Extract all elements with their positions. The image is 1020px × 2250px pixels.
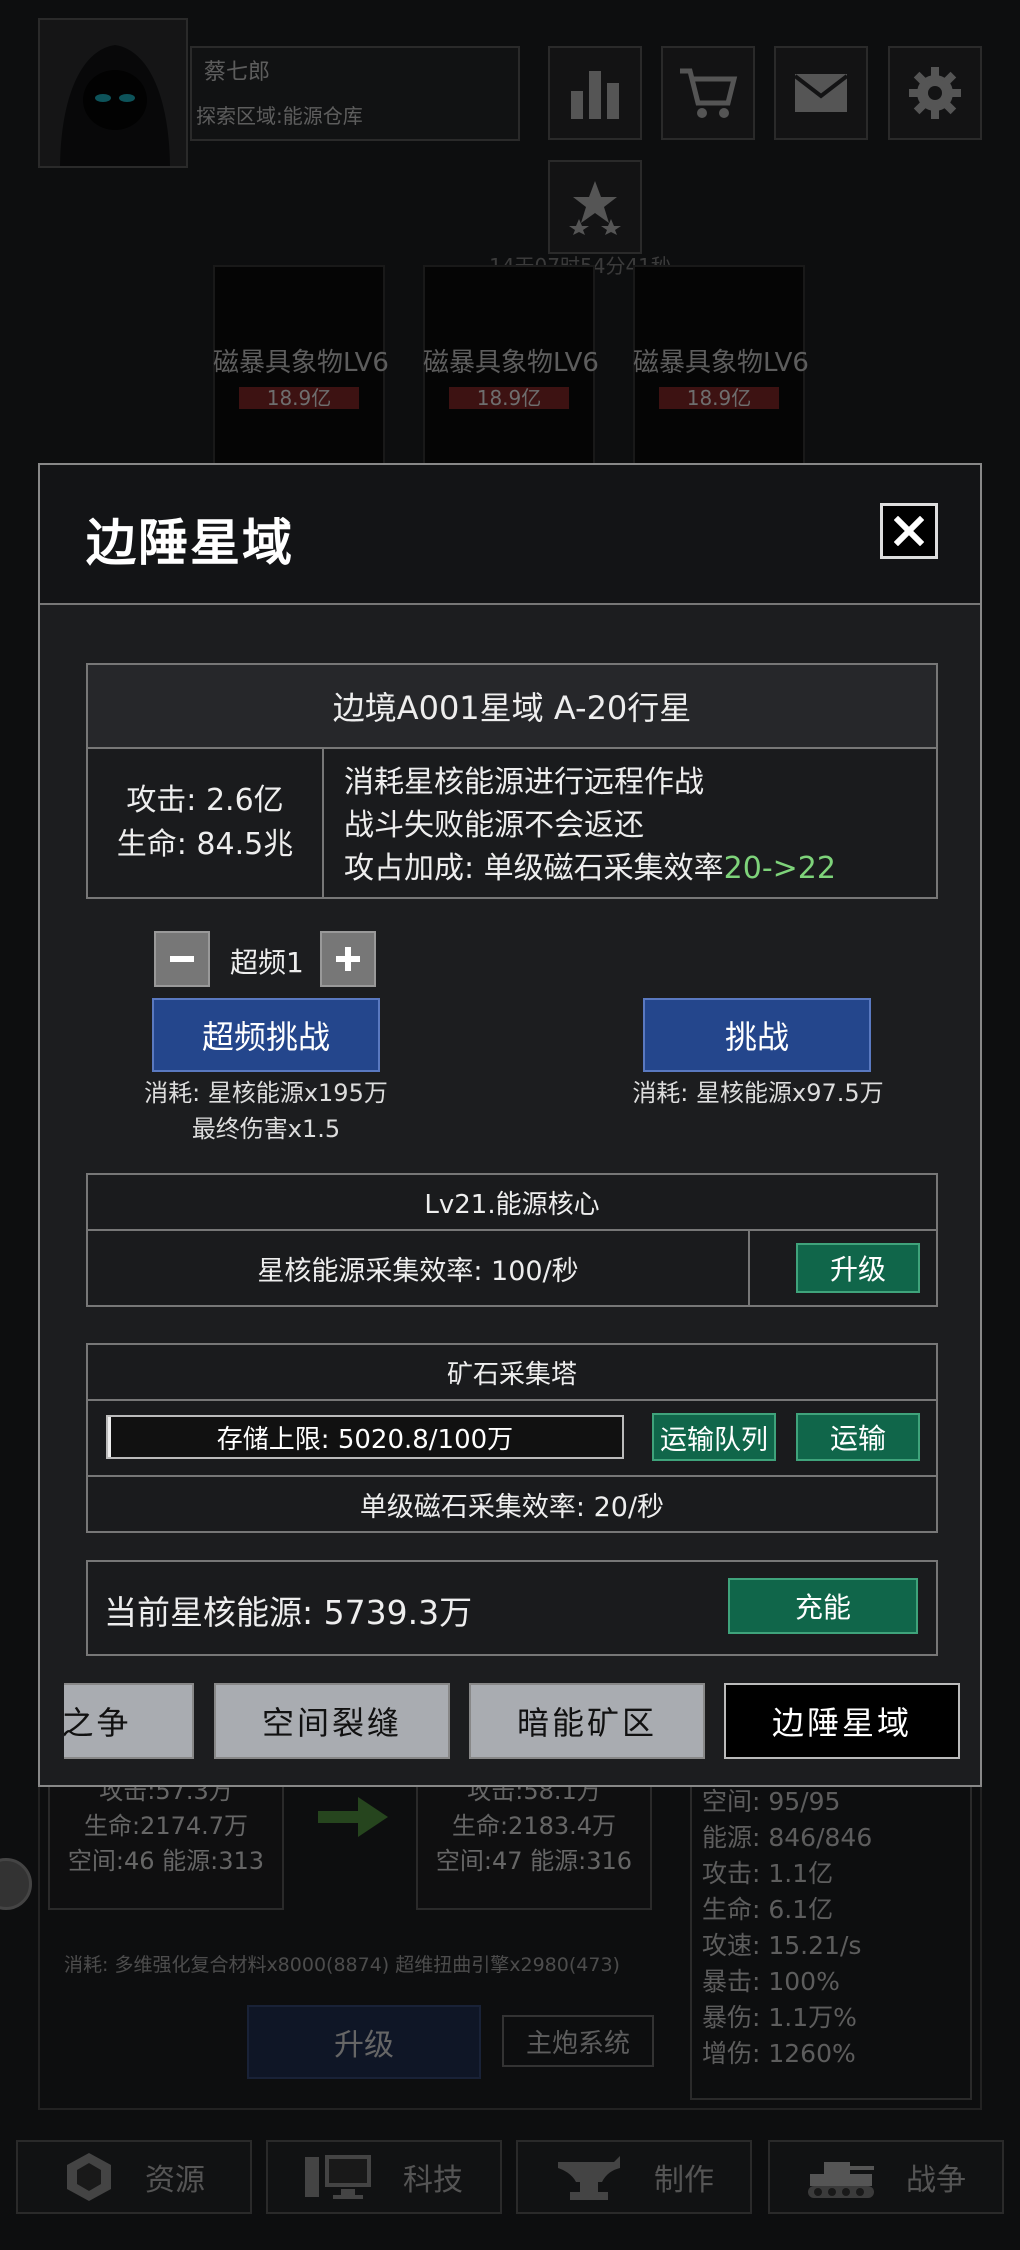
planet-life: 生命: 84.5兆 bbox=[116, 827, 294, 862]
transport-button[interactable]: 运输 bbox=[796, 1413, 920, 1461]
minus-icon bbox=[170, 956, 194, 962]
overclock-level: 超频1 bbox=[230, 946, 304, 979]
current-energy: 当前星核能源: 5739.3万 bbox=[104, 1593, 473, 1632]
desc-line: 消耗星核能源进行远程作战 bbox=[344, 765, 704, 800]
overclock-cost-line: 消耗: 星核能源x195万 bbox=[144, 1079, 388, 1107]
close-icon bbox=[894, 516, 924, 546]
transport-queue-button[interactable]: 运输队列 bbox=[652, 1413, 776, 1461]
ore-tower-panel: 矿石采集塔 存储上限: 5020.8/100万 运输队列 运输 单级磁石采集效率… bbox=[86, 1343, 938, 1533]
close-button[interactable] bbox=[880, 503, 938, 559]
magnet-rate: 单级磁石采集效率: 20/秒 bbox=[88, 1475, 936, 1531]
tab-region[interactable]: 空间裂缝 bbox=[214, 1683, 450, 1759]
modal-header: 边陲星域 bbox=[40, 465, 980, 605]
frontier-modal: 边陲星域 边境A001星域 A-20行星 攻击: 2.6亿 生命: 84.5兆 … bbox=[38, 463, 982, 1787]
core-upgrade-button[interactable]: 升级 bbox=[796, 1243, 920, 1293]
planet-stats: 攻击: 2.6亿 生命: 84.5兆 bbox=[88, 749, 324, 897]
bonus-label: 攻占加成: 单级磁石采集效率 bbox=[344, 851, 724, 886]
challenge-cost: 消耗: 星核能源x97.5万 bbox=[632, 1079, 884, 1107]
overclock-challenge-button[interactable]: 超频挑战 bbox=[152, 998, 380, 1072]
tab-region[interactable]: 暗能矿区 bbox=[469, 1683, 705, 1759]
region-tabs: 雪之争 空间裂缝 暗能矿区 边陲星域 bbox=[64, 1683, 984, 1759]
challenge-button[interactable]: 挑战 bbox=[643, 998, 871, 1072]
overclock-increase-button[interactable] bbox=[320, 931, 376, 987]
desc-line: 攻占加成: 单级磁石采集效率20->22 bbox=[344, 847, 836, 890]
core-energy-panel: 当前星核能源: 5739.3万 充能 bbox=[86, 1560, 938, 1656]
planet-description: 消耗星核能源进行远程作战 战斗失败能源不会返还 攻占加成: 单级磁石采集效率20… bbox=[344, 761, 836, 890]
final-damage: 最终伤害x1.5 bbox=[191, 1115, 341, 1143]
modal-title: 边陲星域 bbox=[86, 514, 294, 572]
planet-name: 边境A001星域 A-20行星 bbox=[88, 665, 936, 749]
tab-region[interactable]: 雪之争 bbox=[64, 1683, 194, 1759]
bonus-value: 20->22 bbox=[723, 851, 836, 886]
planet-info: 边境A001星域 A-20行星 攻击: 2.6亿 生命: 84.5兆 消耗星核能… bbox=[86, 663, 938, 899]
tab-region-active[interactable]: 边陲星域 bbox=[724, 1683, 960, 1759]
energy-core-panel: Lv21.能源核心 星核能源采集效率: 100/秒 升级 bbox=[86, 1173, 938, 1307]
overclock-cost: 消耗: 星核能源x195万 最终伤害x1.5 bbox=[96, 1075, 436, 1147]
plus-icon bbox=[336, 947, 360, 971]
core-title: Lv21.能源核心 bbox=[88, 1175, 936, 1231]
storage-text: 存储上限: 5020.8/100万 bbox=[216, 1424, 514, 1455]
charge-button[interactable]: 充能 bbox=[728, 1578, 918, 1634]
overclock-decrease-button[interactable] bbox=[154, 931, 210, 987]
core-rate: 星核能源采集效率: 100/秒 bbox=[88, 1231, 750, 1305]
storage-progress: 存储上限: 5020.8/100万 bbox=[106, 1415, 624, 1459]
planet-attack: 攻击: 2.6亿 bbox=[126, 783, 284, 818]
tower-title: 矿石采集塔 bbox=[88, 1345, 936, 1401]
desc-line: 战斗失败能源不会返还 bbox=[344, 808, 644, 843]
